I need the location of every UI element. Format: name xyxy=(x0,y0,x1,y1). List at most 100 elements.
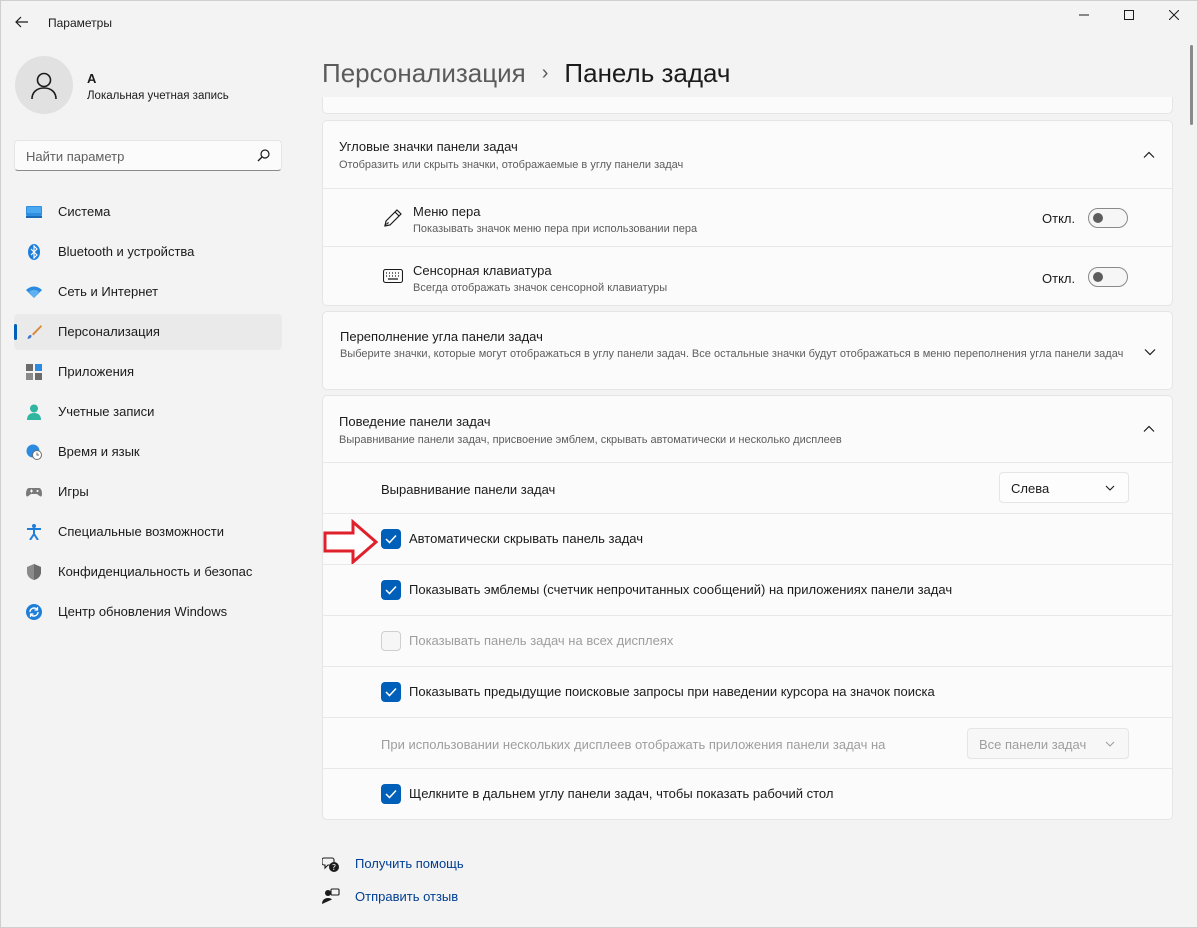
bluetooth-icon xyxy=(28,244,40,260)
checkmark-icon xyxy=(385,585,397,595)
user-name: A xyxy=(87,71,97,86)
touch-keyboard-toggle-state: Откл. xyxy=(1042,271,1076,286)
alignment-label: Выравнивание панели задач xyxy=(381,482,556,497)
behavior-subtitle: Выравнивание панели задач, присвоение эм… xyxy=(339,434,842,446)
divider xyxy=(322,717,1173,718)
breadcrumb: Персонализация › Панель задач xyxy=(322,58,730,89)
breadcrumb-parent[interactable]: Персонализация xyxy=(322,58,526,89)
badges-label: Показывать эмблемы (счетчик непрочитанны… xyxy=(409,582,953,597)
sidebar-item-gaming[interactable]: Игры xyxy=(14,474,282,510)
corner-click-label: Щелкните в дальнем углу панели задач, чт… xyxy=(409,786,834,801)
close-button[interactable] xyxy=(1154,3,1194,27)
app-title: Параметры xyxy=(48,16,112,30)
shield-icon xyxy=(27,564,41,580)
behavior-title: Поведение панели задач xyxy=(339,414,491,429)
scrollbar[interactable] xyxy=(1190,45,1193,125)
breadcrumb-separator: › xyxy=(541,62,549,84)
pen-menu-row: Меню пера Показывать значок меню пера пр… xyxy=(322,189,1173,246)
minimize-icon xyxy=(1079,14,1089,16)
sidebar-item-personalization[interactable]: Персонализация xyxy=(14,314,282,350)
pen-menu-toggle-state: Откл. xyxy=(1042,211,1076,226)
annotation-arrow-icon xyxy=(323,519,379,565)
touch-keyboard-subtitle: Всегда отображать значок сенсорной клави… xyxy=(413,282,668,294)
person-icon xyxy=(27,404,41,420)
sidebar-item-privacy[interactable]: Конфиденциальность и безопас xyxy=(14,554,282,590)
back-arrow-icon xyxy=(15,16,28,28)
back-button[interactable] xyxy=(9,9,35,35)
recent-searches-checkbox[interactable] xyxy=(381,682,401,702)
avatar[interactable] xyxy=(15,56,73,114)
divider xyxy=(322,564,1173,565)
behavior-header[interactable]: Поведение панели задач Выравнивание пане… xyxy=(322,395,1173,462)
globe-clock-icon xyxy=(26,444,42,460)
alignment-value: Слева xyxy=(1011,481,1050,496)
sidebar-item-accessibility[interactable]: Специальные возможности xyxy=(14,514,282,550)
maximize-button[interactable] xyxy=(1109,3,1149,27)
sidebar-item-accounts[interactable]: Учетные записи xyxy=(14,394,282,430)
accessibility-icon xyxy=(27,524,41,540)
gamepad-icon xyxy=(26,488,42,497)
title-bar: Параметры xyxy=(1,1,1198,45)
checkmark-icon xyxy=(385,687,397,697)
brush-icon xyxy=(27,325,42,339)
maximize-icon xyxy=(1124,10,1134,20)
touch-keyboard-title: Сенсорная клавиатура xyxy=(413,263,552,278)
multi-display-value: Все панели задач xyxy=(979,737,1087,752)
update-icon xyxy=(26,604,42,620)
active-indicator xyxy=(14,324,17,340)
pen-menu-title: Меню пера xyxy=(413,204,481,219)
all-displays-checkbox[interactable] xyxy=(381,631,401,651)
chevron-up-icon xyxy=(1143,425,1155,432)
corner-icons-subtitle: Отобразить или скрыть значки, отображаем… xyxy=(339,159,684,171)
recent-searches-label: Показывать предыдущие поисковые запросы … xyxy=(409,684,935,699)
chevron-up-icon xyxy=(1143,151,1155,158)
help-icon: ? xyxy=(322,857,339,872)
multi-display-label: При использовании нескольких дисплеев от… xyxy=(381,737,886,752)
svg-text:?: ? xyxy=(332,863,336,872)
all-displays-label: Показывать панель задач на всех дисплеях xyxy=(409,633,674,648)
overflow-card[interactable]: Переполнение угла панели задач Выберите … xyxy=(322,311,1173,390)
person-avatar-icon xyxy=(31,72,57,100)
auto-hide-checkbox[interactable] xyxy=(381,529,401,549)
wifi-icon xyxy=(26,286,42,298)
minimize-button[interactable] xyxy=(1064,3,1104,27)
corner-click-checkbox[interactable] xyxy=(381,784,401,804)
system-icon xyxy=(26,206,42,218)
sidebar-item-time-language[interactable]: Время и язык xyxy=(14,434,282,470)
touch-keyboard-toggle[interactable] xyxy=(1088,267,1128,287)
chevron-down-icon xyxy=(1144,349,1156,356)
close-icon xyxy=(1169,10,1179,20)
badges-checkbox[interactable] xyxy=(381,580,401,600)
sidebar-item-bluetooth[interactable]: Bluetooth и устройства xyxy=(14,234,282,270)
pen-icon xyxy=(384,209,402,227)
divider xyxy=(322,462,1173,463)
checkmark-icon xyxy=(385,789,397,799)
auto-hide-label: Автоматически скрывать панель задач xyxy=(409,531,644,546)
touch-keyboard-row: Сенсорная клавиатура Всегда отображать з… xyxy=(322,247,1173,305)
overflow-subtitle: Выберите значки, которые могут отображат… xyxy=(340,348,1124,360)
divider xyxy=(322,513,1173,514)
checkmark-icon xyxy=(385,534,397,544)
divider xyxy=(322,768,1173,769)
sidebar-item-windows-update[interactable]: Центр обновления Windows xyxy=(14,594,282,630)
divider xyxy=(322,666,1173,667)
pen-menu-toggle[interactable] xyxy=(1088,208,1128,228)
chevron-down-icon xyxy=(1105,741,1115,747)
corner-icons-header[interactable]: Угловые значки панели задач Отобразить и… xyxy=(322,120,1173,188)
corner-icons-title: Угловые значки панели задач xyxy=(339,139,518,154)
alignment-dropdown[interactable]: Слева xyxy=(999,472,1129,503)
multi-display-dropdown[interactable]: Все панели задач xyxy=(967,728,1129,759)
apps-icon xyxy=(26,364,42,380)
sidebar-item-apps[interactable]: Приложения xyxy=(14,354,282,390)
pen-menu-subtitle: Показывать значок меню пера при использо… xyxy=(413,223,698,235)
search-input[interactable]: Найти параметр xyxy=(14,140,282,171)
sidebar-item-network[interactable]: Сеть и Интернет xyxy=(14,274,282,310)
page-title: Панель задач xyxy=(564,58,731,88)
previous-card-edge xyxy=(322,97,1173,114)
sidebar-item-system[interactable]: Система xyxy=(14,194,282,230)
overflow-title: Переполнение угла панели задач xyxy=(340,329,543,344)
divider xyxy=(322,615,1173,616)
feedback-icon xyxy=(322,888,340,904)
search-placeholder: Найти параметр xyxy=(26,149,125,164)
chevron-down-icon xyxy=(1105,485,1115,491)
